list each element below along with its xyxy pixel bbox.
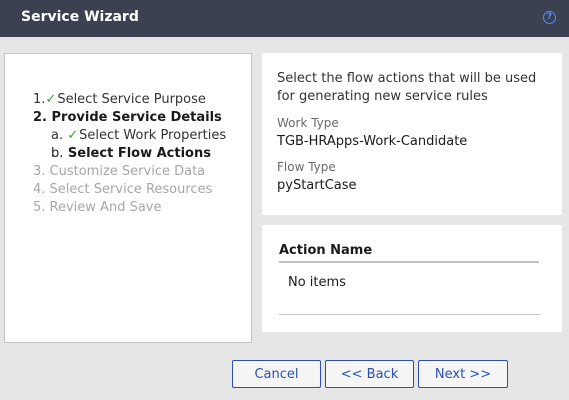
window-title: Service Wizard [21,9,139,25]
step-select-service-resources: 4. Select Service Resources [33,181,212,199]
next-button[interactable]: Next >> [418,360,508,388]
work-type-value: TGB-HRApps-Work-Candidate [277,134,468,149]
step-number: 3. [33,164,46,179]
step-number: b. [51,146,64,161]
step-select-service-purpose: 1.✓Select Service Purpose [33,91,206,109]
step-label: Select Service Resources [49,182,213,197]
cancel-button[interactable]: Cancel [232,360,321,388]
flow-actions-info-panel: Select the flow actions that will be use… [262,53,562,215]
step-number: 2. [33,110,47,125]
step-label: Provide Service Details [51,110,222,125]
step-number: 4. [33,182,46,197]
checkmark-icon: ✓ [67,128,79,143]
step-review-and-save: 5. Review And Save [33,199,162,217]
flow-type-value: pyStartCase [277,178,357,193]
step-number: 1. [33,92,46,107]
step-number: a. [51,128,64,143]
step-customize-service-data: 3. Customize Service Data [33,163,205,181]
step-label: Review And Save [49,200,162,215]
work-type-label: Work Type [277,116,339,130]
empty-grid-message: No items [288,275,346,290]
substep-select-work-properties: a. ✓Select Work Properties [51,127,226,145]
back-button[interactable]: << Back [325,360,414,388]
checkmark-icon: ✓ [45,92,57,107]
grid-divider [279,314,540,315]
flow-type-label: Flow Type [277,160,336,174]
step-label: Select Service Purpose [57,92,206,107]
step-label: Select Flow Actions [67,146,211,161]
help-icon[interactable]: ? [543,11,556,24]
instructions-text: Select the flow actions that will be use… [277,71,537,104]
substep-select-flow-actions: b. Select Flow Actions [51,145,211,163]
title-bar: Service Wizard ? [0,0,569,37]
step-label: Customize Service Data [49,164,206,179]
step-number: 5. [33,200,46,215]
action-name-grid: Action Name No items [262,225,562,332]
step-label: Select Work Properties [79,128,227,143]
step-provide-service-details: 2. Provide Service Details [33,109,222,127]
wizard-steps-panel: 1.✓Select Service Purpose 2. Provide Ser… [4,53,252,343]
column-header-action-name[interactable]: Action Name [279,243,539,263]
